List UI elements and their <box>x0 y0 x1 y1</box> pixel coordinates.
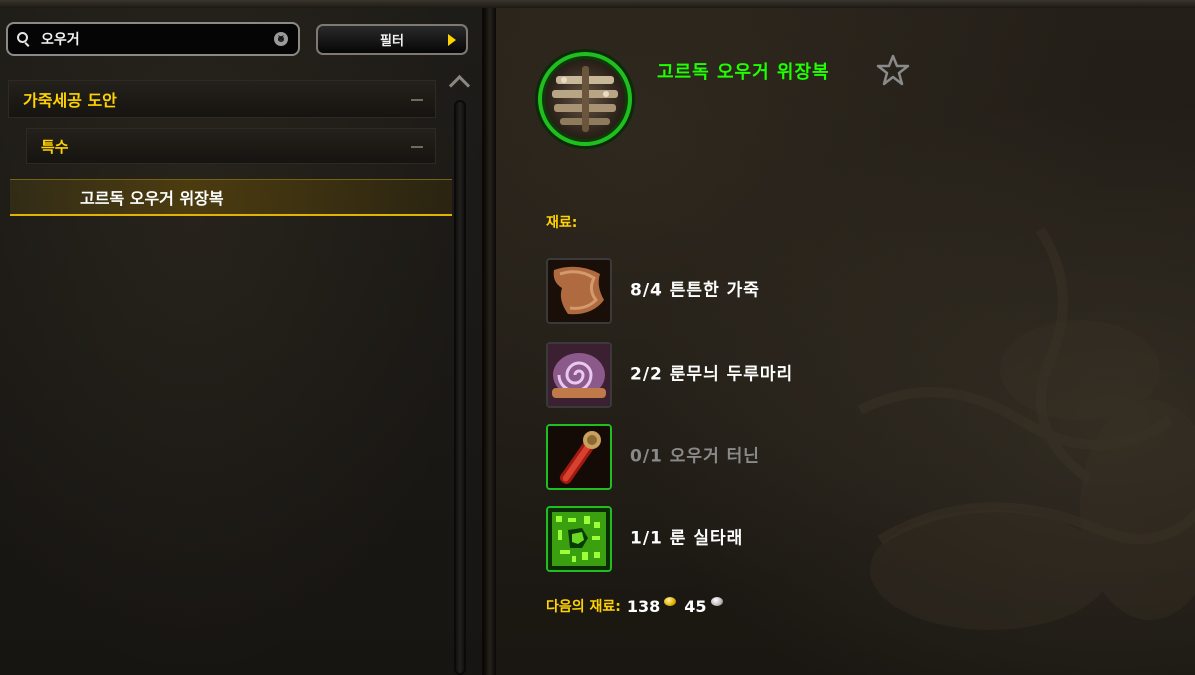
reagent-row[interactable]: 0/1 오우거 터닌 <box>546 424 866 490</box>
panel-divider <box>484 8 496 675</box>
recipe-list-item-selected[interactable]: 고르독 오우거 위장복 <box>10 179 452 216</box>
silver-coin-icon <box>710 596 723 606</box>
crafted-item-icon[interactable] <box>538 52 632 146</box>
category-header-leatherworking[interactable]: 가죽세공 도안 <box>8 80 436 118</box>
clear-icon[interactable]: × <box>274 32 288 46</box>
reagent-name: 룬무늬 두루마리 <box>669 364 794 385</box>
recipe-item-label: 고르독 오우거 위장복 <box>80 189 224 208</box>
reagent-row[interactable]: 8/4 튼튼한 가죽 <box>546 258 866 324</box>
reagent-name: 오우거 터닌 <box>669 446 760 467</box>
reagent-count-name: 1/1 룬 실타래 <box>630 528 840 549</box>
cost-gold-value: 138 <box>626 596 661 616</box>
gold-coin-icon <box>664 596 677 606</box>
star-outline-icon[interactable] <box>876 53 910 87</box>
filter-label: 필터 <box>380 34 404 49</box>
ogre-tannin-icon[interactable] <box>546 424 612 490</box>
reagent-count-name: 8/4 튼튼한 가죽 <box>630 280 840 301</box>
reagents-label: 재료: <box>546 215 578 231</box>
search-input[interactable] <box>39 30 274 48</box>
search-box[interactable]: × <box>6 22 300 56</box>
cost-silver-value: 45 <box>684 596 707 616</box>
cost-label: 다음의 재료: <box>546 599 621 615</box>
crafted-item-name[interactable]: 고르독 오우거 위장복 <box>657 58 830 84</box>
tradeskill-window: × 필터 가죽세공 도안 특수 고르독 오우거 위장복 <box>0 0 1195 675</box>
subcategory-header-special[interactable]: 특수 <box>26 128 436 164</box>
reagent-count-name: 2/2 룬무늬 두루마리 <box>630 364 840 385</box>
reagent-name: 튼튼한 가죽 <box>669 280 760 301</box>
arrow-right-icon <box>448 34 456 46</box>
reagent-count: 0/1 <box>630 446 663 467</box>
scroll-up-button[interactable] <box>447 74 473 92</box>
window-top-border <box>0 0 1195 8</box>
reagent-count: 8/4 <box>630 280 663 301</box>
subcategory-label: 특수 <box>41 137 69 156</box>
rune-scroll-icon[interactable] <box>546 342 612 408</box>
search-icon <box>17 32 31 46</box>
reagent-count: 1/1 <box>630 528 663 549</box>
rune-thread-icon[interactable] <box>546 506 612 572</box>
filter-button[interactable]: 필터 <box>316 24 468 55</box>
category-label: 가죽세공 도안 <box>23 91 117 110</box>
reagent-count-name: 0/1 오우거 터닌 <box>630 446 840 467</box>
scrollbar-track[interactable] <box>454 100 466 675</box>
armor-bones-icon <box>552 66 618 132</box>
background-scroll-art <box>857 227 1195 630</box>
reagent-count: 2/2 <box>630 364 663 385</box>
reagent-name: 룬 실타래 <box>669 528 744 549</box>
leather-icon[interactable] <box>546 258 612 324</box>
collapse-icon[interactable] <box>411 146 423 148</box>
cost-row: 다음의 재료: 138 45 <box>546 594 731 618</box>
reagent-row[interactable]: 2/2 룬무늬 두루마리 <box>546 342 866 408</box>
collapse-icon[interactable] <box>411 99 423 101</box>
reagent-row[interactable]: 1/1 룬 실타래 <box>546 506 866 572</box>
